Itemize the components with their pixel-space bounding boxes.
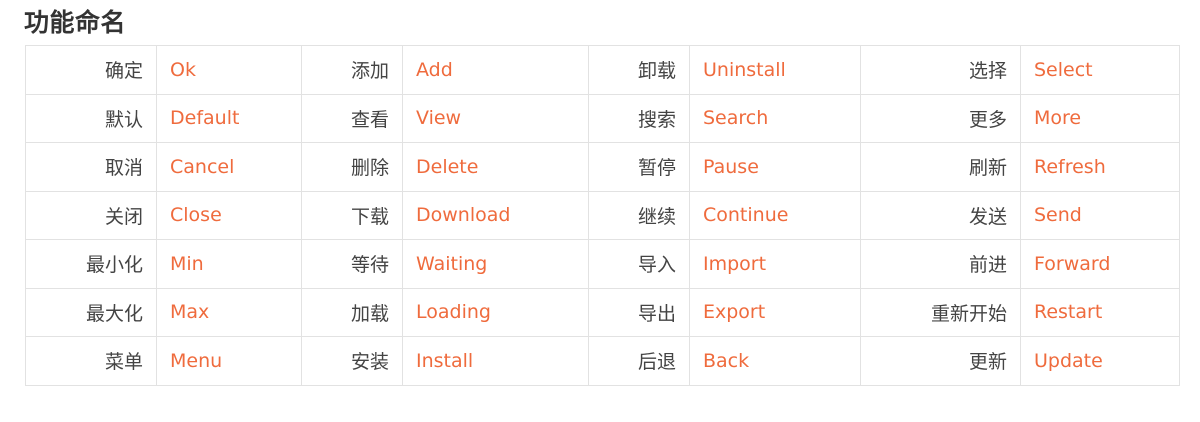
table-row: 菜单 Menu 安装 Install 后退 Back 更新 Update xyxy=(25,336,1180,386)
chinese-term-cell: 等待 xyxy=(301,239,403,289)
table-row: 最小化 Min 等待 Waiting 导入 Import 前进 Forward xyxy=(25,239,1180,289)
table-row: 关闭 Close 下载 Download 继续 Continue 发送 Send xyxy=(25,190,1180,240)
english-term-cell: Delete xyxy=(402,142,589,192)
english-term-cell: Ok xyxy=(156,45,302,95)
chinese-term-cell: 默认 xyxy=(25,93,157,143)
chinese-term-cell: 更新 xyxy=(860,336,1021,386)
english-term-cell: Back xyxy=(689,336,861,386)
chinese-term-cell: 确定 xyxy=(25,45,157,95)
chinese-term-cell: 继续 xyxy=(588,190,690,240)
english-term-cell: Waiting xyxy=(402,239,589,289)
english-term-cell: Cancel xyxy=(156,142,302,192)
chinese-term-cell: 选择 xyxy=(860,45,1021,95)
english-term-cell: Min xyxy=(156,239,302,289)
english-term-cell: Continue xyxy=(689,190,861,240)
english-term-cell: Install xyxy=(402,336,589,386)
chinese-term-cell: 更多 xyxy=(860,93,1021,143)
chinese-term-cell: 导出 xyxy=(588,287,690,337)
english-term-cell: Import xyxy=(689,239,861,289)
table-row: 确定 Ok 添加 Add 卸载 Uninstall 选择 Select xyxy=(25,45,1180,95)
chinese-term-cell: 加载 xyxy=(301,287,403,337)
table-row: 默认 Default 查看 View 搜索 Search 更多 More xyxy=(25,93,1180,143)
english-term-cell: More xyxy=(1020,93,1180,143)
english-term-cell: Export xyxy=(689,287,861,337)
english-term-cell: Select xyxy=(1020,45,1180,95)
chinese-term-cell: 刷新 xyxy=(860,142,1021,192)
chinese-term-cell: 添加 xyxy=(301,45,403,95)
chinese-term-cell: 导入 xyxy=(588,239,690,289)
english-term-cell: Max xyxy=(156,287,302,337)
english-term-cell: View xyxy=(402,93,589,143)
english-term-cell: Menu xyxy=(156,336,302,386)
chinese-term-cell: 最大化 xyxy=(25,287,157,337)
table-row: 最大化 Max 加载 Loading 导出 Export 重新开始 Restart xyxy=(25,287,1180,337)
english-term-cell: Loading xyxy=(402,287,589,337)
chinese-term-cell: 卸载 xyxy=(588,45,690,95)
naming-table: 确定 Ok 添加 Add 卸载 Uninstall 选择 Select 默认 Default 查看 V… xyxy=(25,45,1180,386)
english-term-cell: Refresh xyxy=(1020,142,1180,192)
chinese-term-cell: 删除 xyxy=(301,142,403,192)
english-term-cell: Uninstall xyxy=(689,45,861,95)
english-term-cell: Forward xyxy=(1020,239,1180,289)
chinese-term-cell: 菜单 xyxy=(25,336,157,386)
chinese-term-cell: 查看 xyxy=(301,93,403,143)
english-term-cell: Restart xyxy=(1020,287,1180,337)
chinese-term-cell: 后退 xyxy=(588,336,690,386)
chinese-term-cell: 暂停 xyxy=(588,142,690,192)
chinese-term-cell: 取消 xyxy=(25,142,157,192)
english-term-cell: Close xyxy=(156,190,302,240)
chinese-term-cell: 发送 xyxy=(860,190,1021,240)
english-term-cell: Add xyxy=(402,45,589,95)
english-term-cell: Pause xyxy=(689,142,861,192)
english-term-cell: Default xyxy=(156,93,302,143)
table-row: 取消 Cancel 删除 Delete 暂停 Pause 刷新 Refresh xyxy=(25,142,1180,192)
chinese-term-cell: 安装 xyxy=(301,336,403,386)
english-term-cell: Search xyxy=(689,93,861,143)
chinese-term-cell: 关闭 xyxy=(25,190,157,240)
chinese-term-cell: 前进 xyxy=(860,239,1021,289)
english-term-cell: Update xyxy=(1020,336,1180,386)
table-body: 确定 Ok 添加 Add 卸载 Uninstall 选择 Select 默认 Default 查看 V… xyxy=(25,45,1180,386)
english-term-cell: Send xyxy=(1020,190,1180,240)
page-title: 功能命名 xyxy=(24,8,127,37)
english-term-cell: Download xyxy=(402,190,589,240)
chinese-term-cell: 下载 xyxy=(301,190,403,240)
chinese-term-cell: 搜索 xyxy=(588,93,690,143)
chinese-term-cell: 重新开始 xyxy=(860,287,1021,337)
chinese-term-cell: 最小化 xyxy=(25,239,157,289)
